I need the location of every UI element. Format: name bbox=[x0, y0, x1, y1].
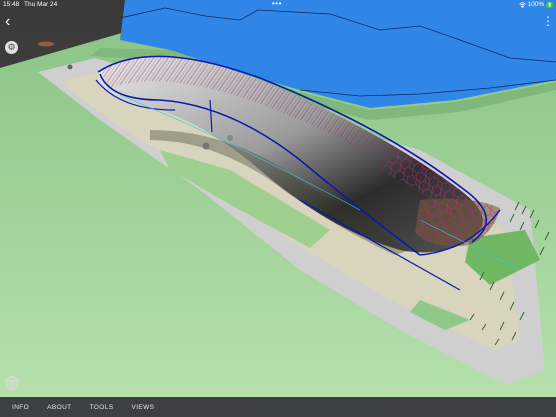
view-cube-icon[interactable] bbox=[4, 375, 20, 391]
battery-percent: 100% bbox=[527, 1, 545, 8]
gear-icon[interactable]: ⚙ bbox=[5, 41, 18, 54]
tab-tools[interactable]: TOOLS bbox=[90, 404, 114, 411]
tree-canopy bbox=[227, 135, 233, 141]
tab-info[interactable]: INFO bbox=[12, 404, 29, 411]
wifi-icon bbox=[518, 2, 526, 9]
battery-full-icon: ▮ bbox=[546, 2, 553, 8]
site-marker bbox=[67, 64, 73, 70]
tree-canopy bbox=[202, 142, 210, 150]
status-date: Thu Mar 24 bbox=[24, 1, 58, 8]
model-scene[interactable] bbox=[0, 0, 556, 397]
tab-about[interactable]: ABOUT bbox=[47, 404, 71, 411]
more-vertical-icon[interactable]: ⋮ bbox=[542, 14, 554, 28]
status-indicators: 100% ▮ bbox=[518, 0, 553, 10]
multitask-dots[interactable]: ••• bbox=[272, 0, 282, 9]
boat-object bbox=[38, 41, 54, 47]
chevron-left-icon[interactable]: ‹ bbox=[5, 13, 19, 31]
bottom-tab-bar: INFO ABOUT TOOLS VIEWS bbox=[0, 397, 556, 417]
status-bar: 15:48 Thu Mar 24 ••• 100% ▮ bbox=[0, 0, 556, 10]
3d-model-viewport[interactable] bbox=[0, 0, 556, 397]
status-time: 15:48 bbox=[3, 1, 20, 8]
tab-views[interactable]: VIEWS bbox=[131, 404, 154, 411]
